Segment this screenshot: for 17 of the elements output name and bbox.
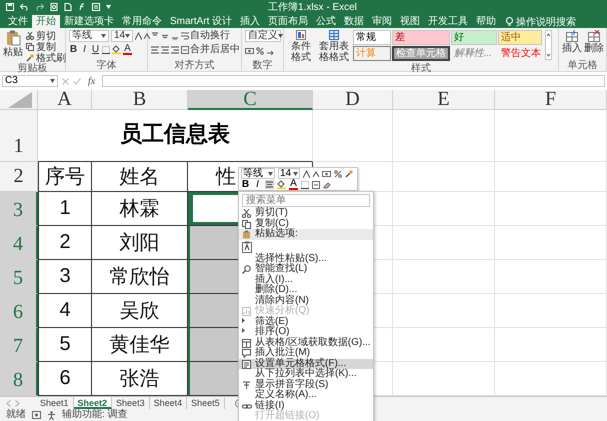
table-cell: 姓名 bbox=[92, 162, 188, 192]
group-label: 样式 bbox=[410, 63, 432, 74]
table-cell: 3 bbox=[38, 260, 92, 294]
table-cell: 序号 bbox=[38, 162, 92, 192]
menu-heading: 粘贴选项: bbox=[239, 229, 373, 240]
group-label: 数字 bbox=[252, 60, 274, 71]
table-title: 员工信息表 bbox=[38, 110, 313, 162]
table-cell: 1 bbox=[38, 192, 92, 226]
group-label: 对齐方式 bbox=[174, 60, 216, 71]
group-label: 字体 bbox=[96, 60, 118, 71]
group-label: 剪贴板 bbox=[16, 63, 48, 74]
group-label: 单元格 bbox=[566, 60, 598, 71]
table-cell: 4 bbox=[38, 294, 92, 328]
table-cell: 2 bbox=[38, 226, 92, 260]
status-text: 就绪 bbox=[6, 409, 26, 421]
window-title: 工作簿1.xlsx - Excel bbox=[268, 1, 357, 14]
table-cell: 5 bbox=[38, 328, 92, 362]
